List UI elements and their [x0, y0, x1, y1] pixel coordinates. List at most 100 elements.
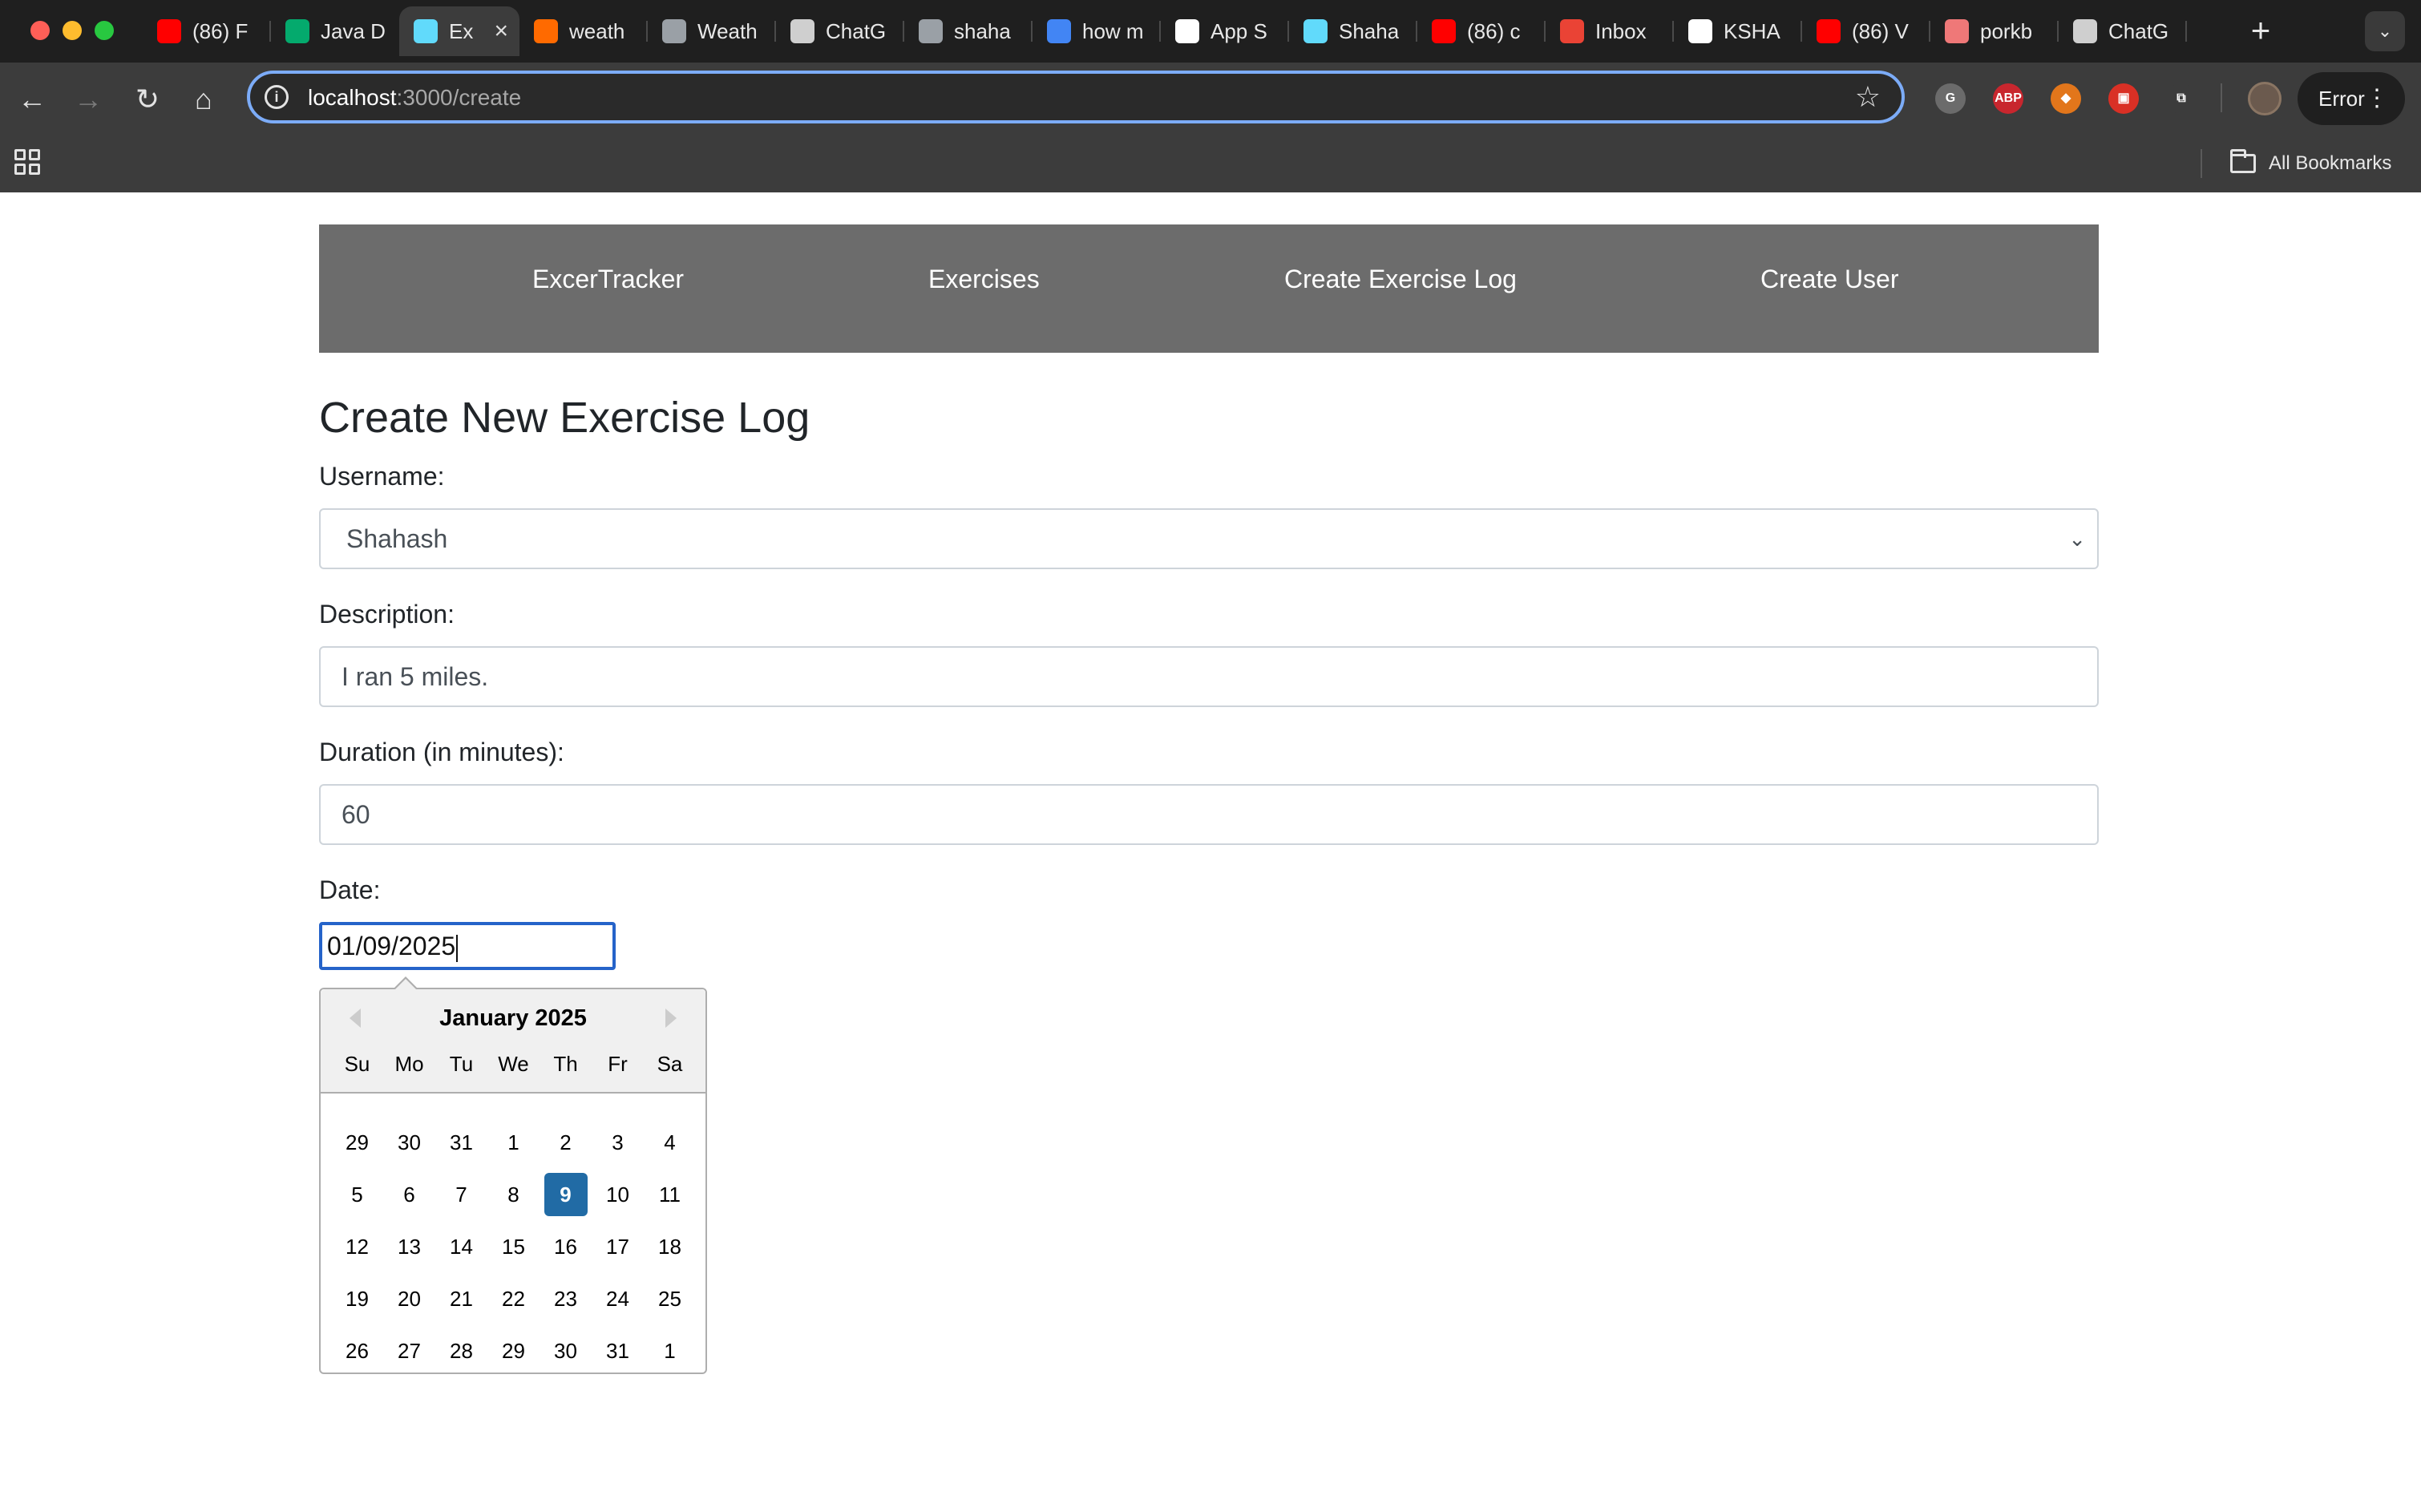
- nav-create-user-link[interactable]: Create User: [1760, 265, 1899, 294]
- datepicker-day[interactable]: 28: [435, 1324, 487, 1377]
- youtube-icon: [157, 19, 181, 43]
- nav-exercises-link[interactable]: Exercises: [928, 265, 1040, 294]
- datepicker-day[interactable]: 31: [592, 1324, 644, 1377]
- browser-tab[interactable]: (86) c: [1417, 6, 1546, 56]
- datepicker-day[interactable]: 25: [644, 1272, 696, 1324]
- datepicker-day[interactable]: 17: [592, 1220, 644, 1272]
- browser-tab[interactable]: KSHA: [1674, 6, 1802, 56]
- youtube-icon: [1432, 19, 1456, 43]
- tab-search-button[interactable]: ⌄: [2365, 11, 2405, 51]
- datepicker-day[interactable]: 29: [487, 1324, 540, 1377]
- browser-tab[interactable]: Ex ×: [399, 6, 519, 56]
- datepicker-day[interactable]: 27: [383, 1324, 435, 1377]
- error-menu-button[interactable]: Error ⋮: [2298, 72, 2405, 125]
- forward-button[interactable]: →: [69, 80, 107, 119]
- datepicker-day[interactable]: 11: [644, 1168, 696, 1220]
- browser-tab[interactable]: App S: [1161, 6, 1289, 56]
- day-number: 27: [398, 1338, 421, 1363]
- tab-title: Ex: [449, 18, 474, 43]
- grammarly-icon[interactable]: G: [1935, 83, 1966, 114]
- date-input[interactable]: 01/09/2025: [319, 922, 616, 970]
- browser-tab[interactable]: Shaha: [1289, 6, 1417, 56]
- browser-tab[interactable]: ChatG: [2059, 6, 2187, 56]
- tab-title: how m: [1082, 18, 1144, 43]
- datepicker-day[interactable]: 31: [435, 1116, 487, 1168]
- datepicker-day[interactable]: 13: [383, 1220, 435, 1272]
- chatgpt-icon: [2073, 19, 2097, 43]
- close-window-button[interactable]: [30, 21, 50, 40]
- datepicker-day[interactable]: 26: [331, 1324, 383, 1377]
- datepicker-day[interactable]: 21: [435, 1272, 487, 1324]
- apps-grid-icon[interactable]: [14, 149, 40, 175]
- browser-tab[interactable]: Inbox: [1546, 6, 1674, 56]
- datepicker-day[interactable]: 23: [540, 1272, 592, 1324]
- browser-tab[interactable]: Java D: [271, 6, 399, 56]
- metamask-icon[interactable]: ◆: [2051, 83, 2081, 114]
- w3schools-icon: [285, 19, 309, 43]
- url-text[interactable]: localhost:3000/create: [308, 85, 521, 111]
- address-bar[interactable]: i localhost:3000/create ☆: [247, 71, 1905, 123]
- all-bookmarks-button[interactable]: All Bookmarks: [2230, 149, 2391, 178]
- datepicker-day[interactable]: 29: [331, 1116, 383, 1168]
- datepicker-day[interactable]: 12: [331, 1220, 383, 1272]
- datepicker-day[interactable]: 7: [435, 1168, 487, 1220]
- datepicker-day[interactable]: 10: [592, 1168, 644, 1220]
- browser-tab[interactable]: ChatG: [776, 6, 904, 56]
- browser-tab[interactable]: weath: [519, 6, 648, 56]
- tab-list: (86) F Java D Ex × weath Weath ChatG shaha how m…: [143, 6, 2187, 56]
- weekday-label: We: [498, 1052, 529, 1076]
- maximize-window-button[interactable]: [95, 21, 114, 40]
- new-tab-button[interactable]: +: [2241, 11, 2281, 51]
- next-month-icon[interactable]: [665, 1009, 677, 1028]
- description-input[interactable]: I ran 5 miles.: [319, 646, 2099, 707]
- nav-brand-link[interactable]: ExcerTracker: [532, 265, 684, 294]
- datepicker-day[interactable]: 1: [487, 1116, 540, 1168]
- tab-title: ChatG: [2108, 18, 2169, 43]
- browser-tab[interactable]: (86) V: [1802, 6, 1930, 56]
- day-number: 3: [612, 1130, 624, 1154]
- datepicker-day[interactable]: 1: [644, 1324, 696, 1377]
- browser-tab[interactable]: how m: [1033, 6, 1161, 56]
- datepicker-day[interactable]: 16: [540, 1220, 592, 1272]
- datepicker-day-selected[interactable]: 9: [540, 1168, 592, 1220]
- datepicker-day[interactable]: 3: [592, 1116, 644, 1168]
- back-button[interactable]: ←: [13, 80, 51, 119]
- datepicker-day[interactable]: 8: [487, 1168, 540, 1220]
- duration-input[interactable]: 60: [319, 784, 2099, 845]
- datepicker-day[interactable]: 15: [487, 1220, 540, 1272]
- browser-tab[interactable]: (86) F: [143, 6, 271, 56]
- datepicker-day[interactable]: 18: [644, 1220, 696, 1272]
- day-number: 15: [502, 1234, 525, 1259]
- datepicker-day[interactable]: 24: [592, 1272, 644, 1324]
- nav-create-exercise-link[interactable]: Create Exercise Log: [1284, 265, 1517, 294]
- datepicker-day[interactable]: 2: [540, 1116, 592, 1168]
- site-info-icon[interactable]: i: [265, 85, 289, 109]
- datepicker-day[interactable]: 19: [331, 1272, 383, 1324]
- datepicker-day[interactable]: 5: [331, 1168, 383, 1220]
- day-number: 2: [560, 1130, 572, 1154]
- datepicker-day[interactable]: 30: [540, 1324, 592, 1377]
- datepicker-day[interactable]: 20: [383, 1272, 435, 1324]
- browser-tab[interactable]: Weath: [648, 6, 776, 56]
- browser-tab[interactable]: shaha: [904, 6, 1033, 56]
- datepicker-day[interactable]: 4: [644, 1116, 696, 1168]
- extension-red-icon[interactable]: ▣: [2108, 83, 2139, 114]
- day-number: 30: [554, 1338, 577, 1363]
- datepicker-day[interactable]: 6: [383, 1168, 435, 1220]
- puzzle-icon[interactable]: ⧉: [2166, 83, 2197, 114]
- datepicker-pointer: [393, 976, 418, 990]
- datepicker-day[interactable]: 30: [383, 1116, 435, 1168]
- adblock-plus-icon[interactable]: ABP: [1993, 83, 2023, 114]
- tab-title: Shaha: [1339, 18, 1400, 43]
- minimize-window-button[interactable]: [63, 21, 82, 40]
- react-icon: [1303, 19, 1328, 43]
- profile-avatar[interactable]: [2248, 82, 2282, 115]
- browser-tab[interactable]: porkb: [1930, 6, 2059, 56]
- username-select[interactable]: Shahash ⌄: [319, 508, 2099, 569]
- close-tab-icon[interactable]: ×: [494, 18, 508, 45]
- datepicker-day[interactable]: 22: [487, 1272, 540, 1324]
- datepicker-day[interactable]: 14: [435, 1220, 487, 1272]
- reload-button[interactable]: ↻: [128, 80, 167, 119]
- home-button[interactable]: ⌂: [184, 80, 223, 119]
- bookmark-star-icon[interactable]: ☆: [1855, 80, 1881, 114]
